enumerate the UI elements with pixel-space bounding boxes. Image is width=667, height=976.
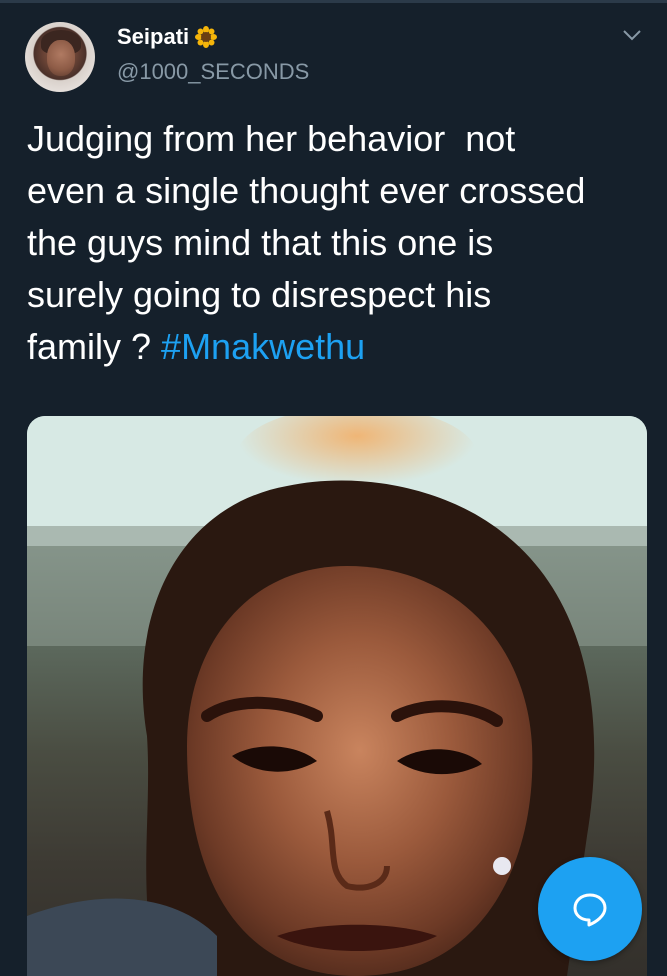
author-name[interactable]: Seipati <box>117 24 189 50</box>
sunflower-icon <box>195 26 218 48</box>
author-name-row[interactable]: Seipati <box>117 24 218 50</box>
hashtag-link[interactable]: #Mnakwethu <box>161 326 365 367</box>
chevron-down-icon[interactable] <box>622 28 642 42</box>
avatar[interactable] <box>25 22 95 92</box>
compose-reply-button[interactable] <box>538 857 642 961</box>
compose-reply-icon <box>573 893 607 927</box>
author-handle[interactable]: @1000_SECONDS <box>117 59 309 85</box>
tweet-text: Judging from her behavior not even a sin… <box>27 113 647 373</box>
tweet-card[interactable]: Seipati @1000_SECONDS Judging from her b… <box>0 0 667 976</box>
avatar-face <box>47 40 75 76</box>
